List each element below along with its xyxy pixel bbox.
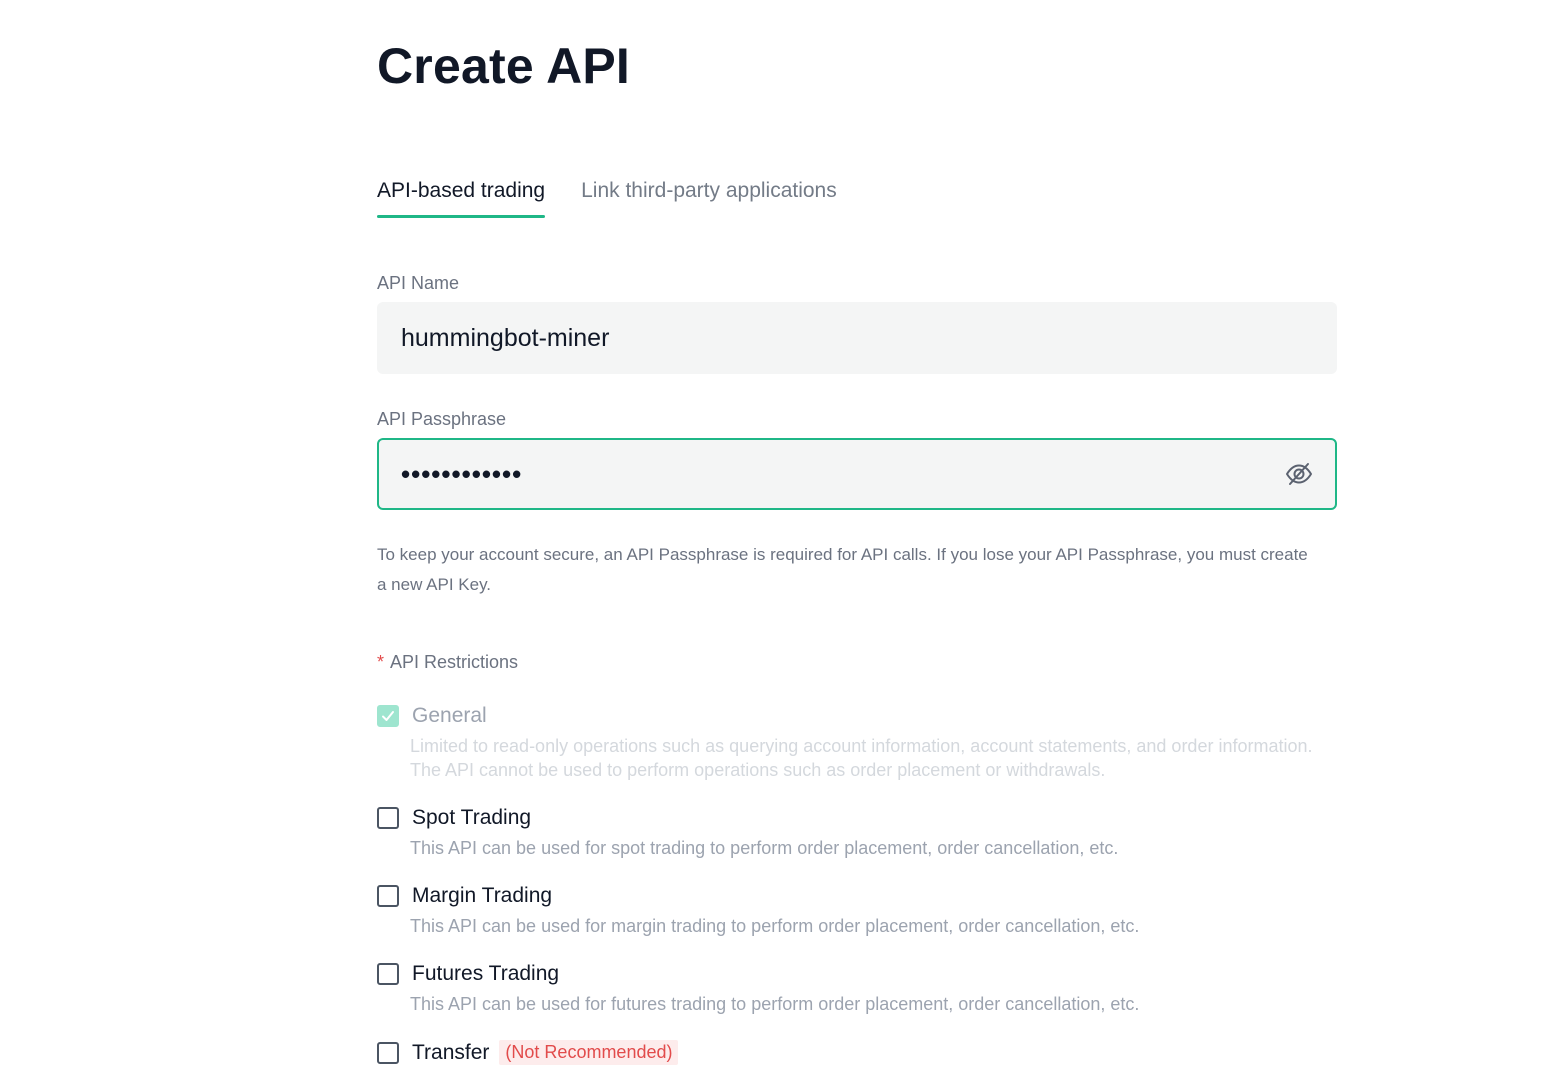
general-checkbox[interactable] [377, 705, 399, 727]
api-name-value[interactable]: hummingbot-miner [401, 324, 1313, 353]
api-passphrase-value[interactable]: •••••••••••• [401, 459, 1283, 490]
api-passphrase-input[interactable]: •••••••••••• [377, 438, 1337, 510]
api-name-input[interactable]: hummingbot-miner [377, 302, 1337, 374]
api-restrictions-label: * API Restrictions [377, 652, 518, 673]
tab-link-third-party-applications[interactable]: Link third-party applications [581, 176, 837, 218]
api-restrictions-text: API Restrictions [390, 652, 519, 672]
margin-trading-title[interactable]: Margin Trading [412, 884, 552, 908]
futures-trading-title[interactable]: Futures Trading [412, 962, 559, 986]
restriction-option-general: General Limited to read-only operations … [377, 704, 1317, 782]
api-passphrase-label: API Passphrase [377, 409, 507, 429]
checkmark-icon [382, 711, 394, 721]
not-recommended-badge: (Not Recommended) [499, 1040, 679, 1065]
api-name-label: API Name [377, 273, 460, 293]
restriction-option-margin-trading: Margin Trading This API can be used for … [377, 884, 1317, 938]
restriction-option-transfer: Transfer (Not Recommended) [377, 1040, 1317, 1065]
transfer-title[interactable]: Transfer [412, 1041, 489, 1065]
restriction-option-futures-trading: Futures Trading This API can be used for… [377, 962, 1317, 1016]
restriction-option-spot-trading: Spot Trading This API can be used for sp… [377, 806, 1317, 860]
general-description: Limited to read-only operations such as … [410, 736, 1313, 780]
futures-trading-description: This API can be used for futures trading… [410, 994, 1140, 1014]
passphrase-hint: To keep your account secure, an API Pass… [377, 545, 1308, 594]
page-title: Create API [377, 38, 631, 94]
general-title: General [412, 704, 487, 727]
eye-off-icon[interactable] [1283, 458, 1315, 490]
tab-bar: API-based trading Link third-party appli… [377, 176, 837, 218]
margin-trading-checkbox[interactable] [377, 885, 399, 907]
futures-trading-checkbox[interactable] [377, 963, 399, 985]
spot-trading-title[interactable]: Spot Trading [412, 806, 531, 830]
tab-api-based-trading[interactable]: API-based trading [377, 176, 546, 218]
required-mark: * [377, 652, 385, 672]
spot-trading-checkbox[interactable] [377, 807, 399, 829]
transfer-checkbox[interactable] [377, 1041, 399, 1064]
spot-trading-description: This API can be used for spot trading to… [410, 838, 1119, 858]
margin-trading-description: This API can be used for margin trading … [410, 916, 1140, 936]
